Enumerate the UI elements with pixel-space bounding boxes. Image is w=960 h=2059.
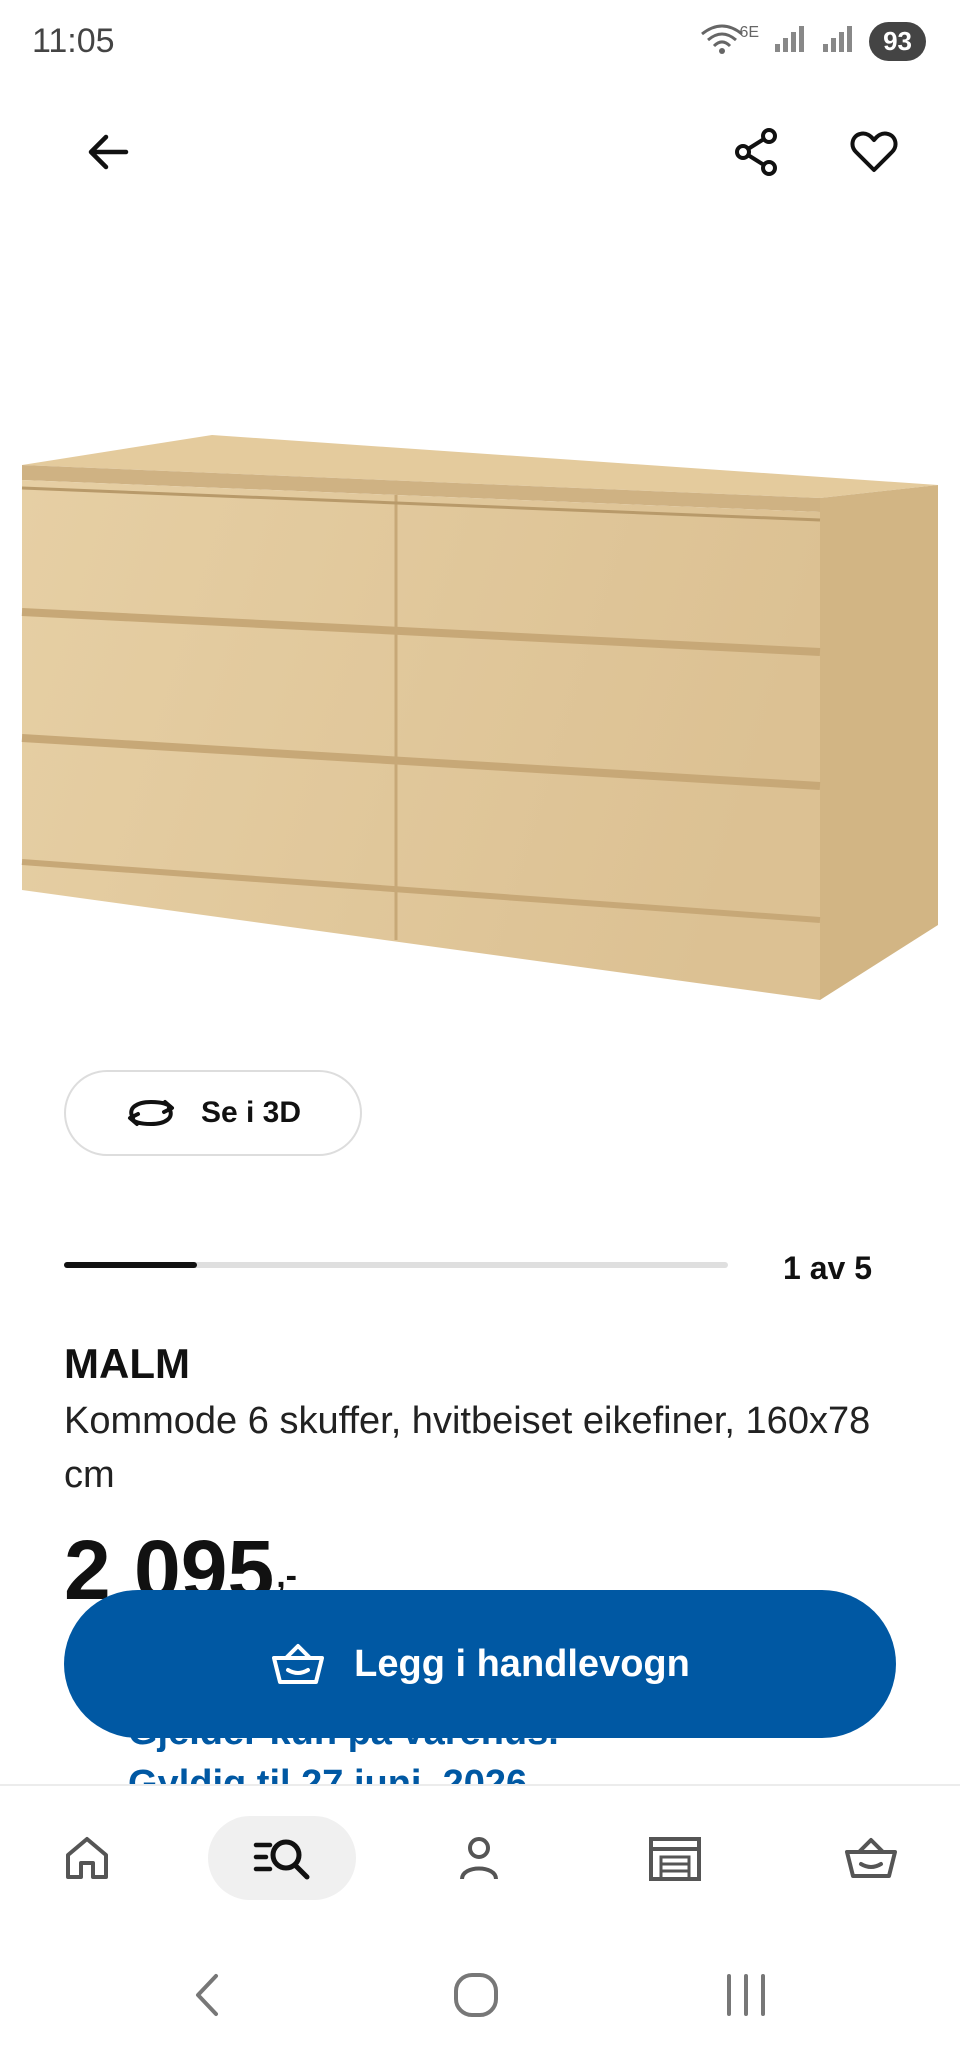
signal-icon-2 [821,24,855,59]
add-to-cart-label: Legg i handlevogn [354,1642,690,1685]
product-image[interactable] [0,420,960,1020]
bottom-navigation [0,1784,960,1924]
profile-icon [460,1837,498,1880]
system-back-button[interactable] [173,1960,243,2030]
share-button[interactable] [715,110,799,194]
search-browse-icon [253,1839,310,1880]
recents-icon [727,1974,765,2016]
view-3d-label: Se i 3D [200,1096,302,1129]
favourite-button[interactable] [832,110,916,194]
share-icon [735,128,777,176]
chevron-left-icon [196,1974,218,2016]
status-bar: 11:05 6E 93 [0,0,960,84]
system-recents-button[interactable] [711,1960,781,2030]
battery-badge: 93 [869,22,926,61]
basket-icon [272,1644,325,1684]
system-navigation [0,1924,960,2059]
carousel-counter: 1 av 5 [783,1250,872,1286]
wifi-label: 6E [739,23,760,41]
wifi-icon [700,22,744,61]
nav-cart[interactable] [826,1816,916,1900]
signal-icon [773,24,807,59]
cart-icon [845,1838,897,1878]
nav-profile[interactable] [434,1816,524,1900]
carousel-track [64,1262,728,1268]
image-carousel-indicator: 1 av 5 [64,1250,896,1286]
home-icon [66,1837,108,1879]
heart-icon [850,131,898,172]
store-icon [649,1837,701,1881]
top-bar [0,110,960,194]
nav-search[interactable] [208,1816,356,1900]
nav-store[interactable] [630,1816,720,1900]
back-button[interactable] [66,110,150,194]
nav-home[interactable] [42,1816,132,1900]
system-home-button[interactable] [441,1960,511,2030]
view-3d-button[interactable]: Se i 3D [64,1070,362,1156]
add-to-cart-button[interactable]: Legg i handlevogn [64,1590,896,1738]
arrow-left-icon [88,134,129,170]
status-icons: 6E 93 [700,22,926,61]
carousel-progress [64,1262,197,1268]
home-circle-icon [454,1973,498,2017]
dresser-image [21,435,938,1000]
product-name: MALM [64,1340,190,1387]
status-time: 11:05 [32,22,115,60]
product-description: Kommode 6 skuffer, hvitbeiset eikefiner,… [64,1400,871,1496]
rotate-3d-icon [127,1099,174,1127]
